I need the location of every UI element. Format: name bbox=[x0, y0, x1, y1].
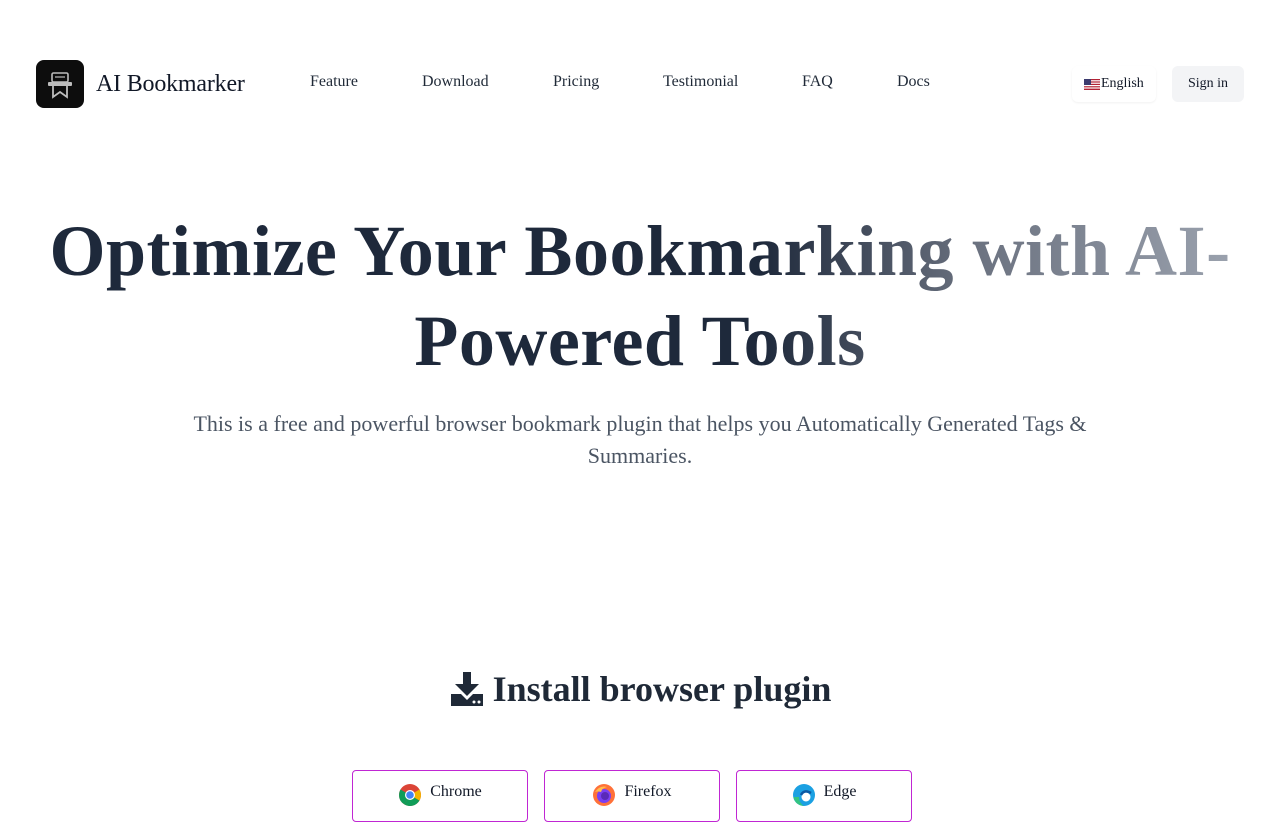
firefox-install-button[interactable]: Firefox bbox=[544, 770, 720, 822]
firefox-icon bbox=[592, 783, 616, 807]
install-title-text: Install browser plugin bbox=[492, 669, 832, 709]
chrome-label: Chrome bbox=[430, 783, 482, 800]
language-label: English bbox=[1101, 76, 1144, 91]
bookmark-robot-icon bbox=[36, 60, 84, 108]
site-header: AI Bookmarker Feature Download Pricing T… bbox=[0, 0, 1280, 168]
nav-pricing[interactable]: Pricing bbox=[553, 73, 663, 91]
nav-download[interactable]: Download bbox=[422, 73, 553, 91]
nav-docs[interactable]: Docs bbox=[897, 73, 947, 91]
nav-feature[interactable]: Feature bbox=[310, 73, 422, 91]
install-section-title: Install browser plugin bbox=[0, 668, 1280, 710]
main-nav: Feature Download Pricing Testimonial FAQ… bbox=[310, 73, 947, 91]
hero-title: Optimize Your Bookmarking with AI-Powere… bbox=[40, 206, 1240, 386]
chrome-install-button[interactable]: Chrome bbox=[352, 770, 528, 822]
edge-install-button[interactable]: Edge bbox=[736, 770, 912, 822]
nav-testimonial[interactable]: Testimonial bbox=[663, 73, 802, 91]
firefox-label: Firefox bbox=[624, 783, 672, 800]
brand-name: AI Bookmarker bbox=[96, 70, 245, 97]
sign-in-button[interactable]: Sign in bbox=[1172, 66, 1244, 102]
download-icon bbox=[449, 670, 485, 708]
edge-icon bbox=[792, 783, 816, 807]
edge-label: Edge bbox=[823, 783, 857, 800]
language-selector[interactable]: English bbox=[1072, 66, 1156, 102]
hero-subtitle: This is a free and powerful browser book… bbox=[193, 411, 1087, 468]
us-flag-icon bbox=[1084, 78, 1100, 90]
browser-buttons: Chrome Firefox Edge bbox=[352, 770, 912, 822]
nav-faq[interactable]: FAQ bbox=[802, 73, 897, 91]
brand-link[interactable]: AI Bookmarker bbox=[36, 60, 245, 108]
chrome-icon bbox=[398, 783, 422, 807]
